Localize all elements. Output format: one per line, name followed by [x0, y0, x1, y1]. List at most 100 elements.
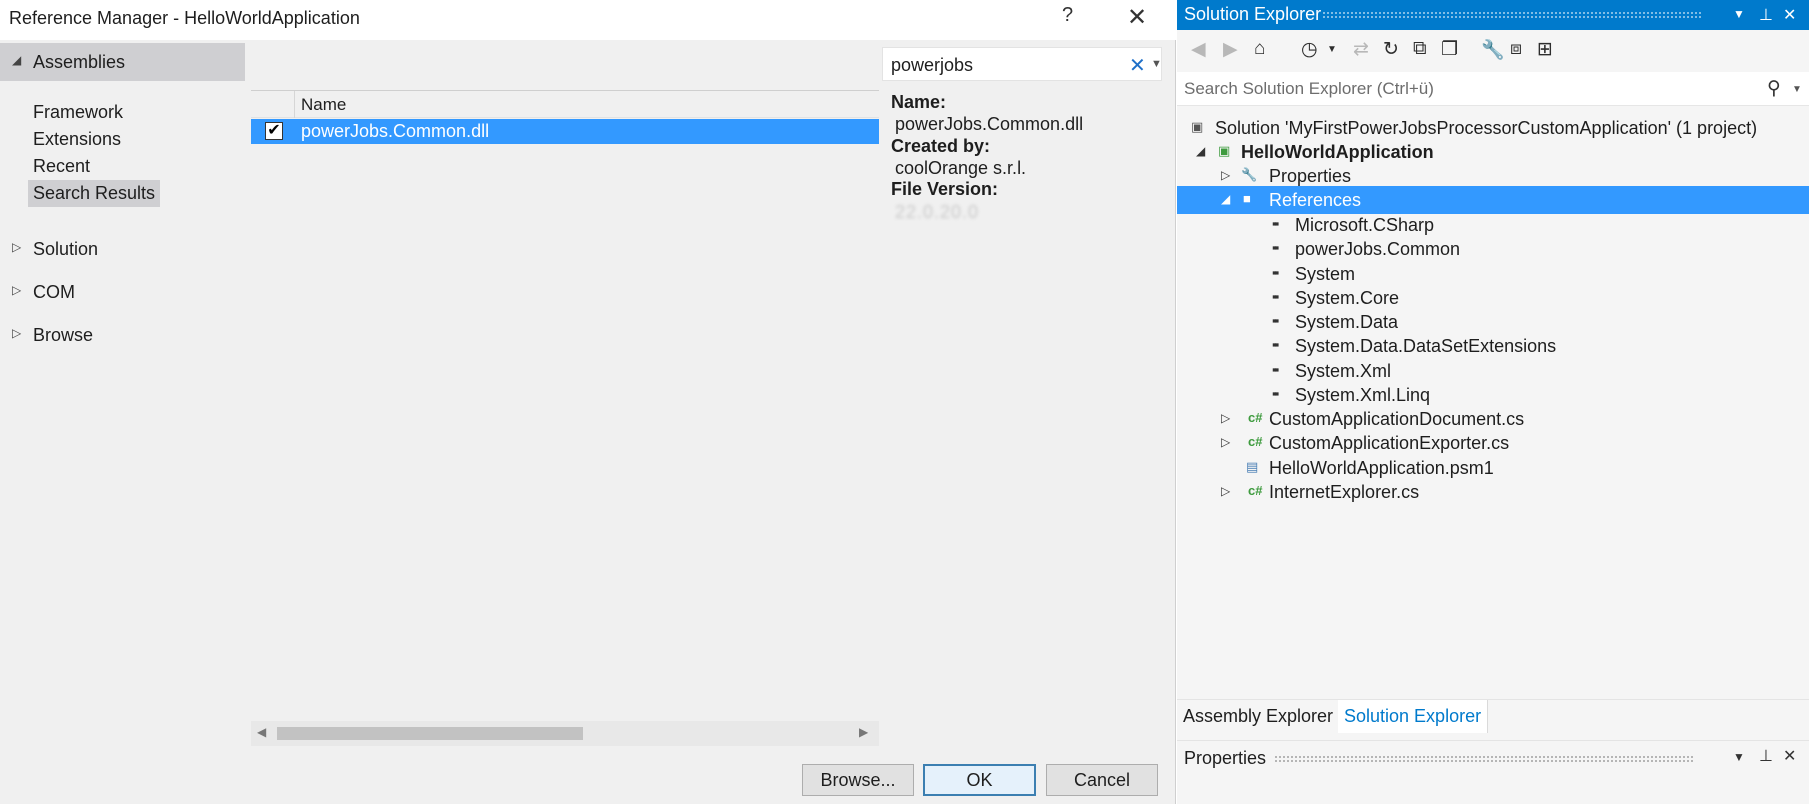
reference-categories: ◢ Assemblies Framework Extensions Recent…: [0, 43, 245, 755]
browse-button[interactable]: Browse...: [802, 764, 914, 796]
include-checkbox[interactable]: ✔: [265, 122, 283, 140]
cs-file-icon: c#: [1248, 434, 1263, 449]
reference-label: Microsoft.CSharp: [1295, 215, 1435, 235]
details-pane: powerjobs ✕ ▼ Name: powerJobs.Common.dll…: [879, 43, 1169, 755]
properties-panel-title: Properties: [1184, 748, 1267, 768]
forward-icon[interactable]: ▶: [1223, 38, 1238, 61]
assembly-reference-icon: ▪▪: [1272, 313, 1279, 328]
name-column-header[interactable]: Name: [301, 95, 346, 115]
list-item[interactable]: ✔ powerJobs.Common.dll: [251, 119, 879, 144]
show-all-files-icon[interactable]: ❐: [1441, 38, 1458, 61]
reference-label: System.Xml.Linq: [1295, 385, 1431, 405]
file-label: HelloWorldApplication.psm1: [1269, 458, 1494, 478]
collapsed-triangle-icon[interactable]: ▷: [1221, 484, 1230, 498]
collapsed-triangle-icon[interactable]: ▷: [1221, 168, 1230, 182]
name-label: Name:: [891, 92, 947, 112]
horizontal-scrollbar[interactable]: ◀ ▶: [251, 721, 879, 746]
nav-solution-label: Solution: [33, 239, 99, 259]
assembly-name: powerJobs.Common.dll: [301, 121, 490, 141]
scroll-right-icon[interactable]: ▶: [859, 725, 868, 739]
assembly-list: Name ✔ powerJobs.Common.dll: [251, 89, 879, 745]
dialog-title: Reference Manager - HelloWorldApplicatio…: [9, 8, 360, 28]
references-label: References: [1269, 190, 1362, 210]
drag-grip[interactable]: [1274, 755, 1694, 763]
solution-icon: ▣: [1191, 119, 1204, 134]
search-icon[interactable]: ⚲: [1767, 77, 1781, 100]
search-assemblies-input[interactable]: powerjobs ✕ ▼: [882, 47, 1162, 81]
window-position-dropdown-icon[interactable]: ▼: [1733, 7, 1745, 21]
collapsed-triangle-icon[interactable]: ▷: [1221, 435, 1230, 449]
cancel-button[interactable]: Cancel: [1046, 764, 1158, 796]
assembly-reference-icon: ▪▪: [1272, 386, 1279, 401]
solution-explorer-panel: Solution Explorer ▼ ⊥ ✕ ◀ ▶ ⌂ ◷ ▼ ⇄ ↻ ⧉ …: [1177, 0, 1809, 804]
reference-label: System.Data.DataSetExtensions: [1295, 336, 1557, 356]
search-placeholder: Search Solution Explorer (Ctrl+ü): [1184, 79, 1434, 98]
pin-icon[interactable]: ⊥: [1759, 746, 1773, 766]
window-position-dropdown-icon[interactable]: ▼: [1733, 750, 1745, 764]
file-label: CustomApplicationExporter.cs: [1269, 433, 1510, 453]
nav-solution[interactable]: ▷ Solution: [0, 230, 245, 268]
file-version-label: File Version:: [891, 179, 999, 199]
pending-changes-filter-icon[interactable]: ◷: [1301, 38, 1318, 61]
tree-node-references[interactable]: ◢ ■ References: [1177, 186, 1809, 214]
preview-selected-icon[interactable]: ⧈: [1510, 38, 1522, 60]
home-icon[interactable]: ⌂: [1254, 38, 1265, 60]
class-view-icon[interactable]: ⊞: [1537, 38, 1553, 61]
name-value: powerJobs.Common.dll: [895, 114, 1084, 134]
collapsed-triangle-icon: ▷: [12, 326, 22, 340]
expanded-triangle-icon[interactable]: ◢: [1196, 144, 1205, 158]
help-icon[interactable]: ?: [1062, 4, 1073, 27]
scroll-left-icon[interactable]: ◀: [257, 725, 266, 739]
pin-icon[interactable]: ⊥: [1759, 5, 1773, 25]
tree-node-file[interactable]: ▷ c# CustomApplicationExporter.cs: [1177, 429, 1809, 457]
reference-label: powerJobs.Common: [1295, 239, 1461, 259]
nav-assemblies[interactable]: ◢ Assemblies: [0, 43, 245, 81]
nav-item-framework[interactable]: Framework: [28, 99, 128, 126]
close-icon[interactable]: ✕: [1127, 3, 1147, 32]
created-by-label: Created by:: [891, 136, 991, 156]
assembly-reference-icon: ▪▪: [1272, 337, 1279, 352]
chevron-down-icon[interactable]: ▼: [1327, 44, 1337, 55]
assembly-reference-icon: ▪▪: [1272, 216, 1279, 231]
list-header: Name: [251, 90, 879, 118]
dialog-titlebar: Reference Manager - HelloWorldApplicatio…: [0, 0, 1176, 40]
tree-node-reference[interactable]: ▪▪ System.Data.DataSetExtensions: [1177, 332, 1809, 360]
assembly-reference-icon: ▪▪: [1272, 289, 1279, 304]
nav-com[interactable]: ▷ COM: [0, 273, 245, 311]
chevron-down-icon[interactable]: ▼: [1792, 84, 1802, 95]
created-by-value: coolOrange s.r.l.: [895, 158, 1027, 178]
tab-solution-explorer[interactable]: Solution Explorer: [1338, 700, 1489, 733]
nav-item-recent[interactable]: Recent: [28, 153, 95, 180]
solution-tree: ▣ Solution 'MyFirstPowerJobsProcessorCus…: [1177, 114, 1809, 694]
collapsed-triangle-icon[interactable]: ▷: [1221, 411, 1230, 425]
back-icon[interactable]: ◀: [1191, 38, 1206, 61]
refresh-icon[interactable]: ↻: [1383, 38, 1399, 61]
tree-node-file[interactable]: ▷ c# InternetExplorer.cs: [1177, 478, 1809, 506]
drag-grip[interactable]: [1322, 11, 1702, 19]
close-icon[interactable]: ✕: [1783, 746, 1796, 766]
properties-wrench-icon[interactable]: 🔧: [1481, 38, 1505, 62]
sync-icon[interactable]: ⇄: [1353, 38, 1369, 61]
search-solution-explorer-input[interactable]: Search Solution Explorer (Ctrl+ü) ⚲ ▼: [1177, 72, 1809, 106]
panel-title: Solution Explorer: [1184, 4, 1322, 24]
nav-assemblies-label: Assemblies: [33, 52, 126, 72]
nav-com-label: COM: [33, 282, 75, 302]
csharp-project-icon: ▣: [1218, 143, 1231, 158]
assembly-reference-icon: ▪▪: [1272, 240, 1279, 255]
nav-item-search-results[interactable]: Search Results: [28, 180, 161, 207]
ok-button[interactable]: OK: [923, 764, 1036, 796]
nav-browse[interactable]: ▷ Browse: [0, 316, 245, 354]
close-icon[interactable]: ✕: [1783, 5, 1796, 25]
chevron-down-icon[interactable]: ▼: [1151, 58, 1162, 70]
expanded-triangle-icon[interactable]: ◢: [1221, 192, 1230, 206]
tree-node-reference[interactable]: ▪▪ powerJobs.Common: [1177, 235, 1809, 263]
panel-titlebar: Solution Explorer ▼ ⊥ ✕: [1177, 0, 1809, 30]
nav-item-extensions[interactable]: Extensions: [28, 126, 126, 153]
clear-search-icon[interactable]: ✕: [1129, 53, 1146, 78]
tab-assembly-explorer[interactable]: Assembly Explorer: [1177, 700, 1341, 733]
scroll-thumb[interactable]: [277, 727, 583, 740]
properties-panel-titlebar: Properties ▼ ⊥ ✕: [1177, 740, 1809, 774]
assembly-reference-icon: ▪▪: [1272, 362, 1279, 377]
wrench-icon: 🔧: [1241, 167, 1258, 182]
collapse-all-icon[interactable]: ⧉: [1413, 38, 1427, 60]
